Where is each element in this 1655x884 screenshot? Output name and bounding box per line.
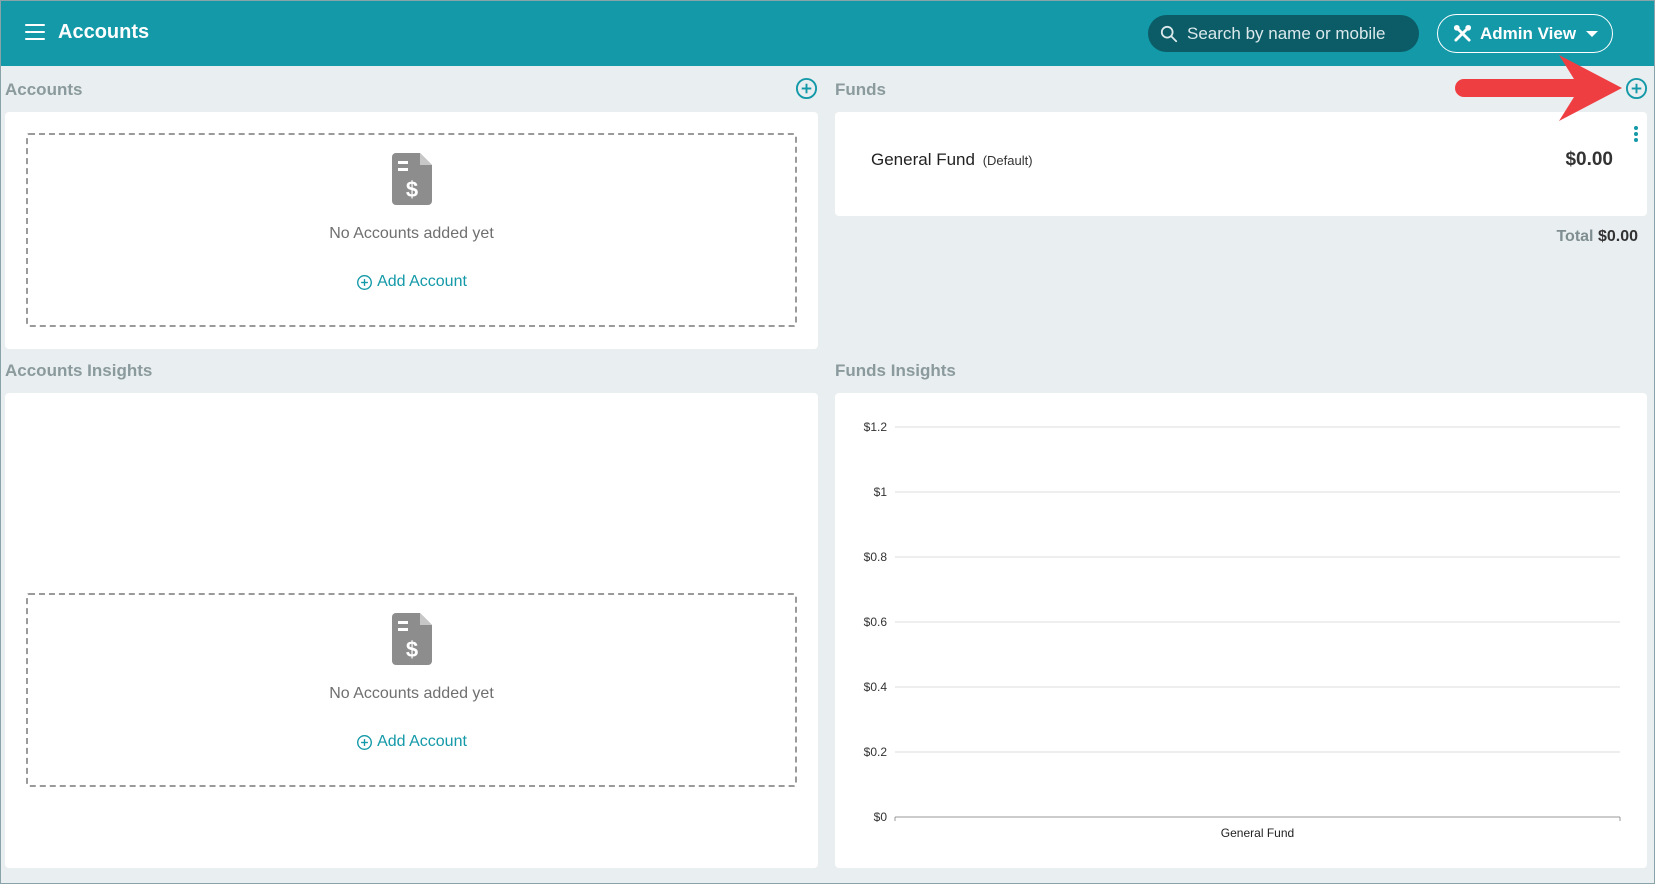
document-dollar-icon: $ [391, 153, 432, 205]
funds-total-label: Total [1556, 228, 1594, 245]
fund-name-text: General Fund [871, 150, 975, 169]
y-tick-label: $0.6 [864, 615, 888, 629]
add-account-plus-icon[interactable] [795, 77, 818, 100]
y-tick-label: $0 [874, 810, 888, 824]
funds-insights-chart: $1.2 $1 $0.8 $0.6 $0.4 $0.2 $0 General Fund [864, 420, 1621, 840]
chevron-down-icon [1586, 30, 1599, 37]
admin-view-label: Admin View [1480, 23, 1577, 43]
search-placeholder: Search by name or mobile [1187, 23, 1386, 43]
tools-icon [1453, 24, 1472, 42]
y-tick-label: $0.4 [864, 680, 888, 694]
annotation-arrow [1455, 55, 1622, 121]
y-tick-label: $1 [874, 485, 888, 499]
funds-insights-card: $1.2 $1 $0.8 $0.6 $0.4 $0.2 $0 General Fund [835, 393, 1647, 868]
fund-name: General Fund (Default) [871, 150, 1033, 170]
add-account-label: Add Account [377, 733, 467, 750]
page-title: Accounts [58, 21, 150, 43]
svg-text:$: $ [405, 637, 417, 662]
add-account-link-2[interactable]: Add Account [356, 733, 467, 751]
x-tick-label: General Fund [1221, 826, 1294, 840]
search-icon [1160, 25, 1178, 42]
funds-section-title: Funds [835, 80, 886, 99]
fund-default-tag: (Default) [982, 153, 1033, 168]
funds-total-value: $0.00 [1597, 228, 1638, 245]
top-bar: Accounts Search by name or mobile Admin … [1, 1, 1654, 66]
accounts-insights-empty-text: No Accounts added yet [329, 685, 494, 702]
funds-total: Total $0.00 [1556, 228, 1638, 246]
y-tick-label: $0.2 [864, 745, 888, 759]
y-tick-label: $1.2 [864, 420, 888, 434]
app-window: Accounts Search by name or mobile Admin … [0, 0, 1655, 884]
svg-text:$: $ [405, 177, 417, 202]
add-account-label: Add Account [377, 273, 467, 290]
accounts-empty-text: No Accounts added yet [329, 225, 494, 242]
document-dollar-icon: $ [391, 613, 432, 665]
fund-amount: $0.00 [1565, 149, 1613, 170]
y-tick-label: $0.8 [864, 550, 888, 564]
plus-circle-icon [357, 734, 373, 750]
accounts-empty-state: $ No Accounts added yet Add Account [26, 133, 797, 327]
accounts-section-title: Accounts [5, 80, 83, 99]
accounts-insights-card: $ No Accounts added yet Add Account [5, 393, 818, 868]
hamburger-menu-icon[interactable] [25, 24, 45, 40]
plus-circle-icon [357, 274, 373, 290]
accounts-card: $ No Accounts added yet Add Account [5, 112, 818, 349]
accounts-insights-title: Accounts Insights [5, 361, 153, 380]
funds-insights-title: Funds Insights [835, 361, 956, 380]
accounts-insights-empty-state: $ No Accounts added yet Add Account [26, 593, 797, 787]
search-input[interactable]: Search by name or mobile [1148, 15, 1419, 52]
add-account-link[interactable]: Add Account [356, 273, 467, 291]
